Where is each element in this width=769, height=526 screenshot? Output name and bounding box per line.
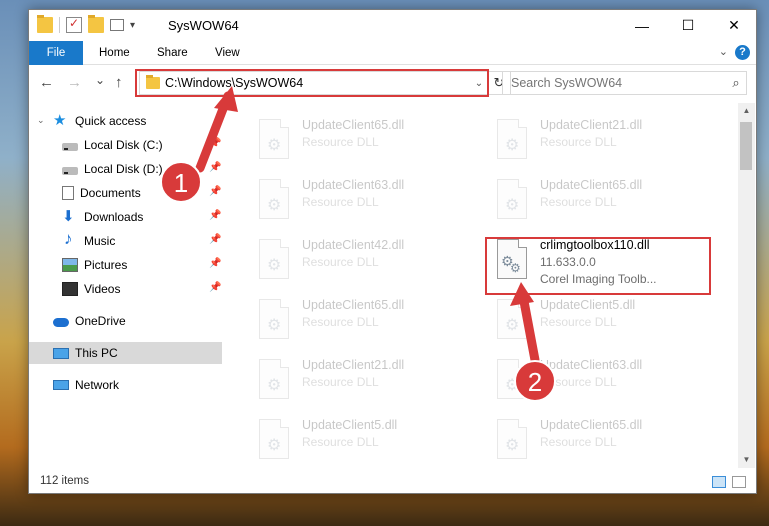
- sidebar-item-label: Videos: [84, 282, 121, 296]
- dll-file-icon: ⚙: [493, 299, 531, 343]
- dll-file-icon: ⚙: [255, 119, 293, 163]
- scroll-thumb[interactable]: [740, 122, 752, 170]
- sidebar-item-downloads[interactable]: Downloads 📌: [29, 206, 222, 228]
- file-highlight-box: [485, 237, 711, 295]
- sidebar-item-label: Quick access: [75, 114, 147, 128]
- dll-file-icon: ⚙: [493, 179, 531, 223]
- ribbon-tabs: File Home Share View ⌄ ?: [29, 41, 756, 65]
- search-box[interactable]: ⌕: [502, 71, 747, 95]
- pin-icon: 📌: [209, 186, 222, 197]
- address-highlight-box: [135, 69, 489, 97]
- pin-icon: 📌: [209, 138, 222, 149]
- explorer-window: ▾ SysWOW64 — ☐ ✕ File Home Share View ⌄ …: [28, 9, 757, 494]
- file-item[interactable]: ⚙ UpdateClient65.dll Resource DLL: [250, 293, 480, 349]
- close-button[interactable]: ✕: [711, 10, 756, 41]
- file-item[interactable]: ⚙ UpdateClient65.dll Resource DLL: [488, 173, 718, 229]
- navigation-bar: ← → ⌄ ↑ C:\Windows\SysWOW64 ⌄ ↻ ⌕: [29, 66, 756, 100]
- file-item[interactable]: ⚙ UpdateClient63.dll Resource DLL: [250, 173, 480, 229]
- status-bar: 112 items: [29, 470, 756, 493]
- tab-share[interactable]: Share: [157, 41, 188, 65]
- dll-file-icon: ⚙: [255, 239, 293, 283]
- sidebar-item-label: OneDrive: [75, 314, 126, 328]
- pin-icon: 📌: [209, 282, 222, 293]
- sidebar-item-videos[interactable]: Videos 📌: [29, 278, 222, 300]
- music-icon: [62, 229, 78, 249]
- disk-icon: [62, 167, 78, 175]
- scroll-down-icon[interactable]: ▼: [738, 455, 755, 464]
- file-item[interactable]: ⚙ UpdateClient65.dll Resource DLL: [250, 113, 480, 169]
- maximize-button[interactable]: ☐: [665, 10, 711, 41]
- item-count: 112 items: [40, 475, 90, 487]
- help-icon[interactable]: ?: [735, 45, 750, 60]
- pc-icon: [53, 347, 69, 359]
- recent-locations-button[interactable]: ⌄: [95, 73, 105, 87]
- minimize-button[interactable]: —: [619, 10, 665, 41]
- title-bar: ▾ SysWOW64 — ☐ ✕: [29, 10, 756, 41]
- sidebar-item-music[interactable]: Music 📌: [29, 229, 222, 252]
- new-folder-icon[interactable]: [88, 15, 104, 33]
- sidebar-item-quick-access[interactable]: Quick access: [29, 110, 222, 132]
- download-icon: [62, 207, 78, 225]
- details-view-icon[interactable]: [712, 476, 726, 488]
- documents-icon: [62, 186, 74, 200]
- dll-file-icon: ⚙: [493, 119, 531, 163]
- search-input[interactable]: [511, 76, 726, 90]
- file-item[interactable]: ⚙ UpdateClient5.dll Resource DLL: [250, 413, 480, 469]
- sidebar-item-label: Local Disk (C:): [84, 138, 163, 152]
- file-list: ⚙ UpdateClient65.dll Resource DLL ⚙ Upda…: [222, 103, 738, 468]
- file-item[interactable]: ⚙ UpdateClient21.dll Resource DLL: [250, 353, 480, 409]
- dll-file-icon: ⚙: [493, 419, 531, 463]
- network-icon: [53, 380, 69, 390]
- folder-icon: [37, 15, 53, 33]
- file-item[interactable]: ⚙ UpdateClient5.dll Resource DLL: [488, 293, 718, 349]
- sidebar-item-pictures[interactable]: Pictures 📌: [29, 254, 222, 276]
- navigation-pane: ⌄ Quick access Local Disk (C:) 📌 Local D…: [29, 103, 222, 468]
- search-icon[interactable]: ⌕: [726, 75, 746, 91]
- tab-view[interactable]: View: [215, 41, 240, 65]
- file-item[interactable]: ⚙ UpdateClient65.dll Resource DLL: [488, 413, 718, 469]
- up-button[interactable]: ↑: [115, 74, 123, 91]
- pin-icon: 📌: [209, 162, 222, 173]
- file-item[interactable]: ⚙ UpdateClient21.dll Resource DLL: [488, 113, 718, 169]
- sidebar-item-label: Local Disk (D:): [84, 162, 163, 176]
- properties-icon[interactable]: [66, 16, 82, 33]
- dll-file-icon: ⚙: [255, 359, 293, 403]
- window-title: SysWOW64: [168, 18, 239, 33]
- pin-icon: 📌: [209, 258, 222, 269]
- sidebar-item-label: This PC: [75, 346, 118, 360]
- sidebar-item-label: Music: [84, 234, 116, 248]
- customize-toolbar-icon[interactable]: [110, 19, 124, 31]
- sidebar-item-label: Pictures: [84, 258, 128, 272]
- quick-access-toolbar: ▾: [37, 15, 135, 33]
- sidebar-item-local-disk-c[interactable]: Local Disk (C:) 📌: [29, 134, 222, 156]
- sidebar-item-network[interactable]: Network: [29, 374, 222, 396]
- large-icons-view-icon[interactable]: [732, 476, 746, 488]
- sidebar-item-onedrive[interactable]: OneDrive: [29, 310, 222, 332]
- file-item[interactable]: ⚙ UpdateClient42.dll Resource DLL: [250, 233, 480, 289]
- disk-icon: [62, 143, 78, 151]
- sidebar-item-label: Network: [75, 378, 120, 392]
- sidebar-item-label: Downloads: [84, 210, 144, 224]
- videos-icon: [62, 282, 78, 296]
- vertical-scrollbar[interactable]: ▲ ▼: [738, 103, 755, 468]
- scroll-up-icon[interactable]: ▲: [738, 106, 755, 115]
- pin-icon: 📌: [209, 210, 222, 221]
- pin-icon: 📌: [209, 234, 222, 245]
- callout-step-2: 2: [514, 360, 556, 402]
- back-button[interactable]: ←: [39, 74, 54, 91]
- callout-step-1: 1: [160, 161, 202, 203]
- tab-file[interactable]: File: [29, 41, 83, 65]
- pictures-icon: [62, 258, 78, 272]
- star-icon: [53, 111, 69, 129]
- dll-file-icon: ⚙: [255, 179, 293, 223]
- tab-home[interactable]: Home: [99, 41, 130, 65]
- expand-ribbon-icon[interactable]: ⌄: [719, 45, 728, 58]
- toolbar-dropdown-icon[interactable]: ▾: [130, 20, 135, 31]
- dll-file-icon: ⚙: [255, 299, 293, 343]
- onedrive-icon: [53, 318, 69, 327]
- dll-file-icon: ⚙: [255, 419, 293, 463]
- sidebar-item-label: Documents: [80, 186, 141, 200]
- forward-button[interactable]: →: [67, 74, 82, 91]
- sidebar-item-this-pc[interactable]: This PC: [29, 342, 222, 364]
